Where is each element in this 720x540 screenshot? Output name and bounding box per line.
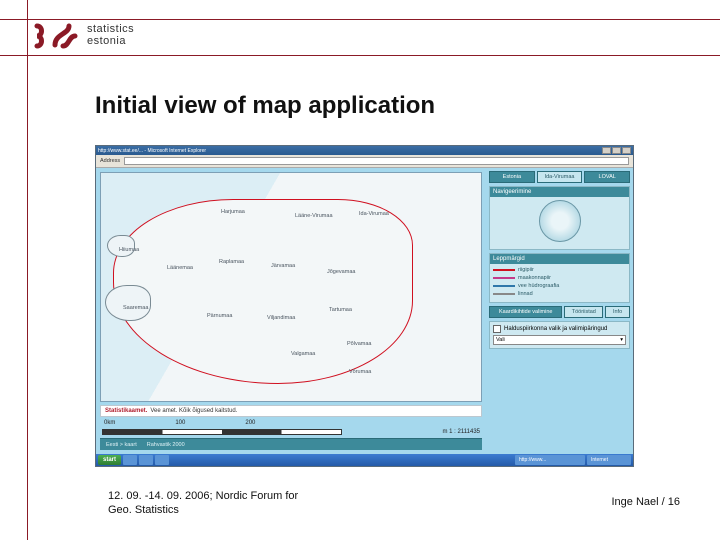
map-pane: Harjumaa Lääne-Virumaa Ida-Virumaa Läänemaa… [96,168,486,454]
county-label: Valgamaa [291,351,315,357]
legend-row: vee hüdrograafia [493,283,626,289]
query-label: Halduspiirkonna valik ja valimipäringud [504,326,607,332]
maximize-button[interactable] [612,147,621,154]
tab-estonia[interactable]: Estonia [489,171,535,183]
tick-0: 0km [104,420,115,426]
map-canvas[interactable]: Harjumaa Lääne-Virumaa Ida-Virumaa Läänemaa… [100,172,482,402]
status-brand: Statistikaamet. [105,408,147,414]
quicklaunch-1[interactable] [123,455,137,465]
mid-tabs: Kaardikihtide valimine Tööriistad Info [489,306,630,318]
county-label: Tartumaa [329,307,352,313]
scalebar-row: m 1 : 2111435 [100,429,482,435]
bottom-item-1[interactable]: Rahvastik 2000 [147,442,185,448]
legend-label: linnad [518,291,533,297]
county-label: Raplamaa [219,259,244,265]
rule-under-logo [0,55,720,56]
chevron-down-icon: ▾ [620,337,623,343]
compass-icon[interactable] [539,200,581,242]
tab-loval[interactable]: LOVAL [584,171,630,183]
logo: statistics estonia [33,22,134,50]
address-input[interactable] [124,157,629,165]
window-buttons [602,147,631,154]
county-label: Saaremaa [123,305,148,311]
legend-panel-title: Leppmärgid [490,254,629,264]
county-label: Ida-Virumaa [359,211,389,217]
rule-vertical [27,0,28,540]
footer-right: Inge Nael / 16 [612,496,681,508]
tab-tools[interactable]: Tööriistad [564,306,603,318]
tab-region[interactable]: Ida-Virumaa [537,171,583,183]
side-pane: Estonia Ida-Virumaa LOVAL Navigeerimine … [486,168,633,454]
rule-top [0,19,720,20]
nav-panel-title: Navigeerimine [490,187,629,197]
close-button[interactable] [622,147,631,154]
county-label: Viljandimaa [267,315,295,321]
ie-toolbar: Address [96,155,633,168]
page-title: Initial view of map application [95,92,435,120]
tick-1: 100 [175,420,185,426]
legend-label: vee hüdrograafia [518,283,559,289]
legend-label: maakonnapiir [518,275,551,281]
status-text: Vee amet. Kõik õigused kaitstud. [150,408,237,414]
app-bottom-bar: Eesti > kaart Rahvastik 2000 [100,438,482,450]
select-value: Vali [496,337,505,343]
scale-value: m 1 : 2111435 [443,429,480,435]
footer-line2: Geo. Statistics [108,504,298,518]
tab-info[interactable]: Info [605,306,630,318]
query-panel: Halduspiirkonna valik ja valimipäringud … [489,321,630,349]
logo-line2: estonia [87,36,134,48]
county-label: Läänemaa [167,265,193,271]
legend-row: linnad [493,291,626,297]
legend-row: maakonnapiir [493,275,626,281]
island-saaremaa [105,285,151,321]
tab-layers[interactable]: Kaardikihtide valimine [489,306,562,318]
task-browser[interactable]: http://www... [515,455,585,465]
tray-internet[interactable]: Internet [587,455,631,465]
county-label: Jõgevamaa [327,269,355,275]
query-checkbox[interactable] [493,325,501,333]
county-label: Põlvamaa [347,341,371,347]
legend-swatch [493,277,515,279]
island-hiiumaa [107,235,135,257]
footer-line1: 12. 09. -14. 09. 2006; Nordic Forum for [108,490,298,504]
legend-label: riigipiir [518,267,534,273]
embedded-screenshot: http://www.stat.ee/... - Microsoft Inter… [95,145,634,467]
logo-mark-icon [33,22,79,50]
legend-swatch [493,269,515,271]
status-strip: Statistikaamet. Vee amet. Kõik õigused k… [100,405,482,417]
county-label: Pärnumaa [207,313,232,319]
nav-panel: Navigeerimine [489,186,630,250]
ie-window-title: http://www.stat.ee/... - Microsoft Inter… [98,148,206,154]
top-tabs: Estonia Ida-Virumaa LOVAL [489,171,630,183]
address-label: Address [100,158,120,164]
legend-swatch [493,293,515,295]
quicklaunch-2[interactable] [139,455,153,465]
ie-titlebar: http://www.stat.ee/... - Microsoft Inter… [96,146,633,155]
county-label: Hiiumaa [119,247,139,253]
scalebar [102,429,342,435]
county-label: Järvamaa [271,263,295,269]
quicklaunch-3[interactable] [155,455,169,465]
windows-taskbar: start http://www... Internet [96,454,633,466]
tick-2: 200 [245,420,255,426]
region-select[interactable]: Vali ▾ [493,335,626,345]
legend-swatch [493,285,515,287]
county-label: Lääne-Virumaa [295,213,333,219]
bottom-item-0[interactable]: Eesti > kaart [106,442,137,448]
county-label: Võrumaa [349,369,371,375]
county-label: Harjumaa [221,209,245,215]
start-button[interactable]: start [98,455,121,465]
legend-panel: Leppmärgid riigipiir maakonnapiir vee hüdr… [489,253,630,303]
minimize-button[interactable] [602,147,611,154]
scale-ticks: 0km 100 200 [100,420,482,426]
legend-row: riigipiir [493,267,626,273]
app-body: Harjumaa Lääne-Virumaa Ida-Virumaa Läänemaa… [96,168,633,454]
logo-text: statistics estonia [87,24,134,47]
footer-left: 12. 09. -14. 09. 2006; Nordic Forum for … [108,490,298,518]
